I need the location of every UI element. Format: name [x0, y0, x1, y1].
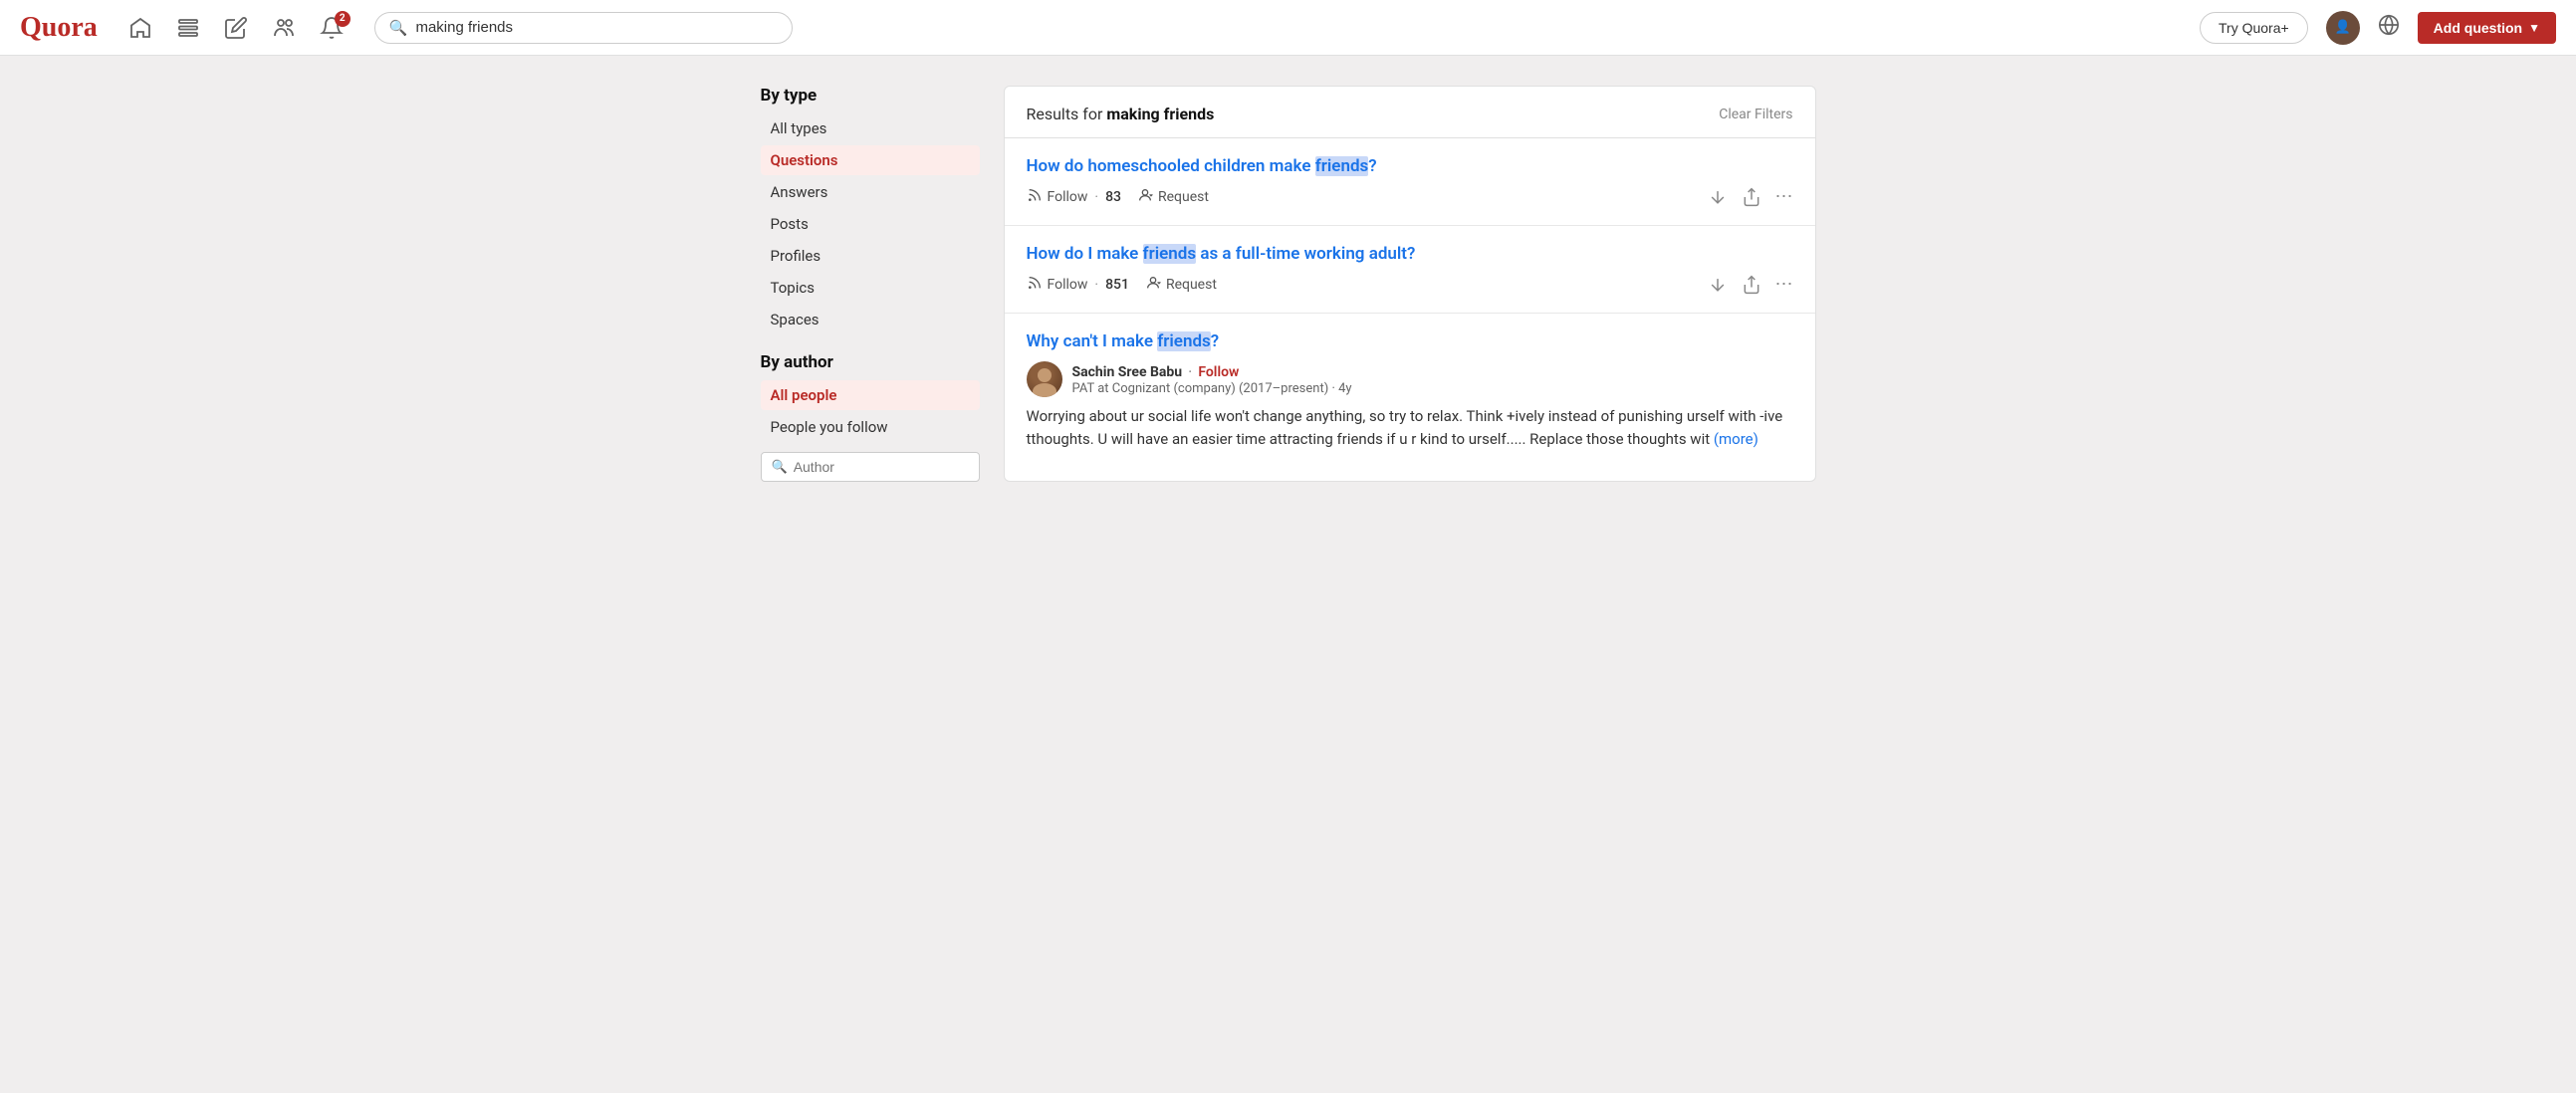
follow-rss-icon-2 [1027, 275, 1043, 295]
author-search-input[interactable] [794, 459, 969, 475]
author-bio: PAT at Cognizant (company) (2017–present… [1072, 381, 1352, 396]
answer-avatar-image [1027, 361, 1062, 397]
sidebar: By type All types Questions Answers Post… [761, 86, 980, 482]
sidebar-item-all-people[interactable]: All people [761, 380, 980, 410]
results-area: Results for making friends Clear Filters… [1004, 86, 1816, 482]
clear-filters-button[interactable]: Clear Filters [1719, 107, 1792, 122]
answer-question-link[interactable]: Why can't I make friends? [1027, 331, 1793, 351]
question-link-1[interactable]: How do homeschooled children make friend… [1027, 156, 1793, 176]
home-icon[interactable] [125, 13, 155, 43]
request-icon [1137, 187, 1153, 207]
feed-icon[interactable] [173, 13, 203, 43]
add-question-button[interactable]: Add question ▼ [2418, 12, 2556, 44]
main-layout: By type All types Questions Answers Post… [741, 56, 1836, 512]
downvote-icon-1[interactable] [1708, 187, 1728, 207]
results-header-text: Results for making friends [1027, 105, 1215, 123]
sidebar-item-questions[interactable]: Questions [761, 145, 980, 175]
more-icon-1[interactable]: ⋯ [1775, 186, 1793, 207]
search-icon: 🔍 [389, 19, 408, 37]
request-button-1[interactable]: Request [1137, 187, 1209, 207]
follow-button-1[interactable]: Follow · 83 [1027, 187, 1122, 207]
sidebar-item-topics[interactable]: Topics [761, 273, 980, 303]
by-type-label: By type [761, 86, 980, 106]
downvote-icon-2[interactable] [1708, 275, 1728, 295]
notification-badge: 2 [335, 11, 351, 27]
chevron-down-icon: ▼ [2528, 21, 2540, 35]
results-header: Results for making friends Clear Filters [1005, 87, 1815, 138]
sidebar-item-answers[interactable]: Answers [761, 177, 980, 207]
globe-icon[interactable] [2378, 14, 2400, 41]
answer-item-1: Why can't I make friends? Sachin Sree Ba… [1005, 314, 1815, 470]
question-item-1: How do homeschooled children make friend… [1005, 138, 1815, 226]
question-actions-2: Follow · 851 Request [1027, 274, 1793, 295]
answer-author-details: Sachin Sree Babu · Follow PAT at Cogniza… [1072, 362, 1352, 396]
follow-rss-icon [1027, 187, 1043, 207]
author-follow-link[interactable]: Follow [1198, 364, 1239, 380]
write-icon[interactable] [221, 13, 251, 43]
follow-button-2[interactable]: Follow · 851 [1027, 275, 1129, 295]
answer-author-info: Sachin Sree Babu · Follow [1072, 362, 1352, 381]
quora-logo[interactable]: Quora [20, 12, 98, 44]
avatar[interactable]: 👤 [2326, 11, 2360, 45]
answer-text: Worrying about ur social life won't chan… [1027, 405, 1793, 452]
request-icon-2 [1145, 275, 1161, 295]
navbar: Quora 2 🔍 Try Quora+ 👤 Add question ▼ [0, 0, 2576, 56]
people-icon[interactable] [269, 13, 299, 43]
sidebar-item-all-types[interactable]: All types [761, 113, 980, 143]
request-button-2[interactable]: Request [1145, 275, 1217, 295]
highlight-word-3: friends [1157, 331, 1211, 351]
search-input[interactable] [415, 19, 777, 36]
author-search-box[interactable]: 🔍 [761, 452, 980, 482]
share-icon-2[interactable] [1742, 275, 1761, 295]
answer-author-row: Sachin Sree Babu · Follow PAT at Cogniza… [1027, 361, 1793, 397]
search-bar[interactable]: 🔍 [374, 12, 793, 44]
more-link[interactable]: (more) [1714, 430, 1758, 448]
highlight-word: friends [1315, 156, 1369, 176]
share-icon-1[interactable] [1742, 187, 1761, 207]
question-link-2[interactable]: How do I make friends as a full-time wor… [1027, 244, 1793, 264]
more-icon-2[interactable]: ⋯ [1775, 274, 1793, 295]
highlight-word-2: friends [1143, 244, 1197, 264]
question-item-2: How do I make friends as a full-time wor… [1005, 226, 1815, 314]
try-quora-button[interactable]: Try Quora+ [2200, 12, 2308, 44]
answer-avatar [1027, 361, 1062, 397]
avatar-initials: 👤 [2335, 20, 2351, 35]
sidebar-item-spaces[interactable]: Spaces [761, 305, 980, 334]
sidebar-item-posts[interactable]: Posts [761, 209, 980, 239]
author-search-icon: 🔍 [772, 460, 788, 475]
sidebar-item-people-you-follow[interactable]: People you follow [761, 412, 980, 442]
by-author-label: By author [761, 352, 980, 372]
notification-icon[interactable]: 2 [317, 13, 347, 43]
question-actions-1: Follow · 83 Request [1027, 186, 1793, 207]
sidebar-item-profiles[interactable]: Profiles [761, 241, 980, 271]
author-name[interactable]: Sachin Sree Babu [1072, 364, 1183, 380]
